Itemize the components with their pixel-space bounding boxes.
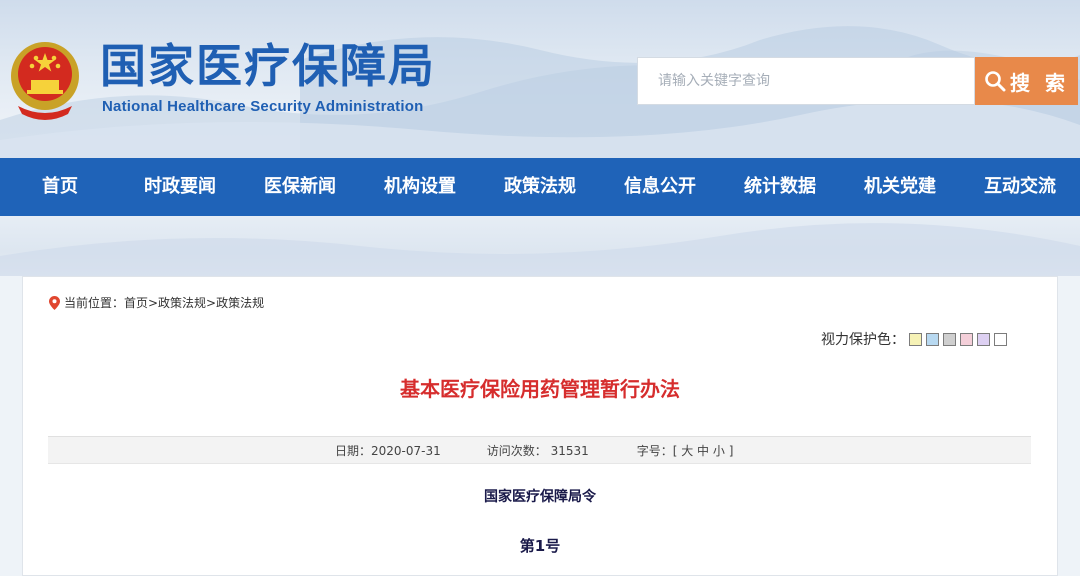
eyecare-swatch-yellow[interactable] [909,332,922,346]
nav-item-party[interactable]: 机关党建 [840,158,960,216]
site-title[interactable]: 国家医疗保障局 [100,40,436,92]
article-meta: 日期：2020-07-31 访问次数： 31531 字号：[ 大 中 小 ] [48,436,1031,464]
location-pin-icon [49,295,60,310]
search-icon [985,71,1006,92]
nav-item-news[interactable]: 时政要闻 [120,158,240,216]
decorative-band [0,216,1080,276]
article-issuer: 国家医疗保障局令 [484,489,596,505]
nav-item-policy[interactable]: 政策法规 [480,158,600,216]
search-box [637,57,975,105]
nav-item-home[interactable]: 首页 [0,158,120,216]
article-visits: 访问次数： 31531 [486,443,589,458]
eyecare-swatch-pink[interactable] [960,332,973,346]
nav-item-healthcare-news[interactable]: 医保新闻 [240,158,360,216]
nav-item-disclosure[interactable]: 信息公开 [600,158,720,216]
article-title: 基本医疗保险用药管理暂行办法 [400,377,680,401]
national-emblem-icon[interactable] [8,36,82,120]
search-button-label: 搜 索 [1010,70,1069,95]
eyecare-swatch-white[interactable] [994,332,1007,346]
eyecare-colors: 视力保护色： [821,329,1007,349]
nav-item-organization[interactable]: 机构设置 [360,158,480,216]
article-panel: 当前位置：首页>政策法规>政策法规 视力保护色： 基本医疗保险用药管理暂行办法 … [22,276,1058,576]
header-banner: 国家医疗保障局 National Healthcare Security Adm… [0,0,1080,158]
main-nav: 首页 时政要闻 医保新闻 机构设置 政策法规 信息公开 统计数据 机关党建 互动… [0,158,1080,216]
eyecare-swatch-gray[interactable] [943,332,956,346]
nav-item-interaction[interactable]: 互动交流 [960,158,1080,216]
nav-item-statistics[interactable]: 统计数据 [720,158,840,216]
breadcrumb: 当前位置：首页>政策法规>政策法规 [49,294,264,311]
search-input[interactable] [638,58,958,104]
font-size-selector[interactable]: 字号：[ 大 中 小 ] [637,442,734,459]
article-number: 第1号 [519,537,561,555]
site-subtitle-en: National Healthcare Security Administrat… [102,98,424,115]
eyecare-swatch-purple[interactable] [977,332,990,346]
breadcrumb-text[interactable]: 当前位置：首页>政策法规>政策法规 [64,294,264,311]
eyecare-swatch-blue[interactable] [926,332,939,346]
search-button[interactable]: 搜 索 [975,57,1078,105]
article-date: 日期：2020-07-31 [335,443,441,458]
eyecare-label: 视力保护色： [821,332,905,348]
